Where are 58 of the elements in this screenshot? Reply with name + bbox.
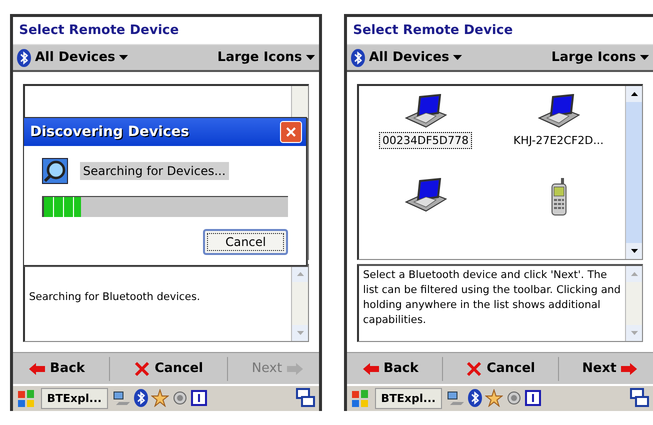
close-icon (466, 360, 482, 376)
windows-flag-icon[interactable] (16, 388, 36, 408)
close-button[interactable] (280, 121, 302, 143)
scroll-down-icon (630, 331, 638, 336)
network-icon[interactable] (446, 390, 465, 406)
right-arrow-icon (287, 362, 304, 374)
bluetooth-icon (134, 389, 148, 408)
view-mode-dropdown[interactable]: Large Icons (217, 50, 315, 66)
caret-icon (119, 55, 128, 60)
device-item[interactable]: KHJ-27E2CF2D... (492, 94, 625, 178)
bluetooth-icon (17, 48, 31, 67)
right-arrow-icon (621, 362, 638, 374)
laptop-icon (536, 94, 580, 128)
view-mode-dropdown[interactable]: Large Icons (551, 50, 649, 66)
network-icon[interactable] (112, 390, 131, 406)
star-icon[interactable] (484, 389, 503, 408)
caret-icon (640, 55, 649, 60)
left-arrow-icon (362, 362, 378, 374)
cancel-button[interactable]: Cancel (203, 229, 288, 255)
dialog-title: Discovering Devices (30, 124, 190, 140)
bluetooth-icon (351, 48, 365, 67)
scroll-up-icon (296, 272, 304, 276)
close-icon (134, 360, 150, 376)
windows-flag-icon[interactable] (350, 388, 370, 408)
device-filter-dropdown[interactable]: All Devices (351, 48, 462, 67)
windows-switch-icon[interactable] (296, 388, 316, 408)
scroll-up-icon (630, 92, 638, 96)
taskbar-app-button[interactable]: BTExpl... (41, 388, 108, 409)
cancel-button[interactable]: Cancel (458, 358, 544, 378)
status-message: Searching for Devices... (80, 162, 229, 180)
back-button[interactable]: Back (354, 359, 427, 378)
description-text: Searching for Bluetooth devices. (28, 290, 202, 306)
panel-icon[interactable] (190, 390, 207, 406)
description-text: Select a Bluetooth device and click 'Next'. The list can be filtered using the toolbar. Clicking and holding anywhere in the list shows additional capabilities. (362, 268, 622, 328)
caret-icon (306, 55, 315, 60)
bluetooth-icon (468, 389, 482, 408)
close-icon (285, 126, 297, 138)
magnifier-icon (42, 158, 68, 184)
scroll-down-icon (630, 249, 638, 254)
device-item[interactable]: 00234DF5D778 (359, 94, 492, 178)
scroll-up-icon (630, 272, 638, 276)
scroll-down-icon (296, 331, 304, 336)
scrollbar[interactable] (625, 266, 642, 342)
left-arrow-icon (28, 362, 45, 374)
laptop-icon (404, 178, 448, 212)
scrollbar[interactable] (625, 86, 642, 260)
scrollbar[interactable] (291, 266, 308, 342)
device-filter-dropdown[interactable]: All Devices (17, 48, 128, 67)
next-button[interactable]: Next (574, 359, 646, 378)
windows-switch-icon[interactable] (630, 388, 650, 408)
mobile-phone-icon (550, 178, 568, 216)
back-button[interactable]: Back (20, 359, 93, 378)
star-icon[interactable] (150, 389, 169, 408)
cancel-button[interactable]: Cancel (126, 358, 212, 378)
taskbar-app-button[interactable]: BTExpl... (375, 388, 442, 409)
laptop-icon (404, 94, 448, 128)
panel-icon[interactable] (524, 390, 541, 406)
caret-icon (453, 55, 462, 60)
